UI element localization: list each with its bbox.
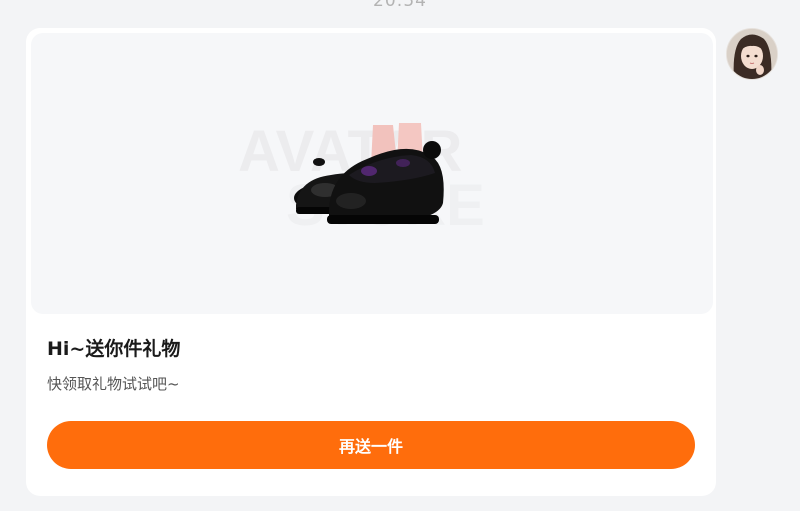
- gift-subtitle: 快领取礼物试试吧~: [47, 375, 180, 393]
- message-timestamp: 20:54: [373, 0, 427, 11]
- gift-message-card[interactable]: AVATAR STORE Hi~送你件礼物 快领取礼物试试吧~ 再送一件: [26, 28, 716, 496]
- send-another-button[interactable]: 再送一件: [47, 421, 695, 469]
- black-shoes-icon: AVATAR STORE: [238, 119, 485, 238]
- user-avatar-icon: [727, 29, 777, 79]
- gift-title: Hi~送你件礼物: [47, 338, 181, 360]
- avatar[interactable]: [726, 28, 778, 80]
- gift-image: AVATAR STORE: [31, 33, 713, 314]
